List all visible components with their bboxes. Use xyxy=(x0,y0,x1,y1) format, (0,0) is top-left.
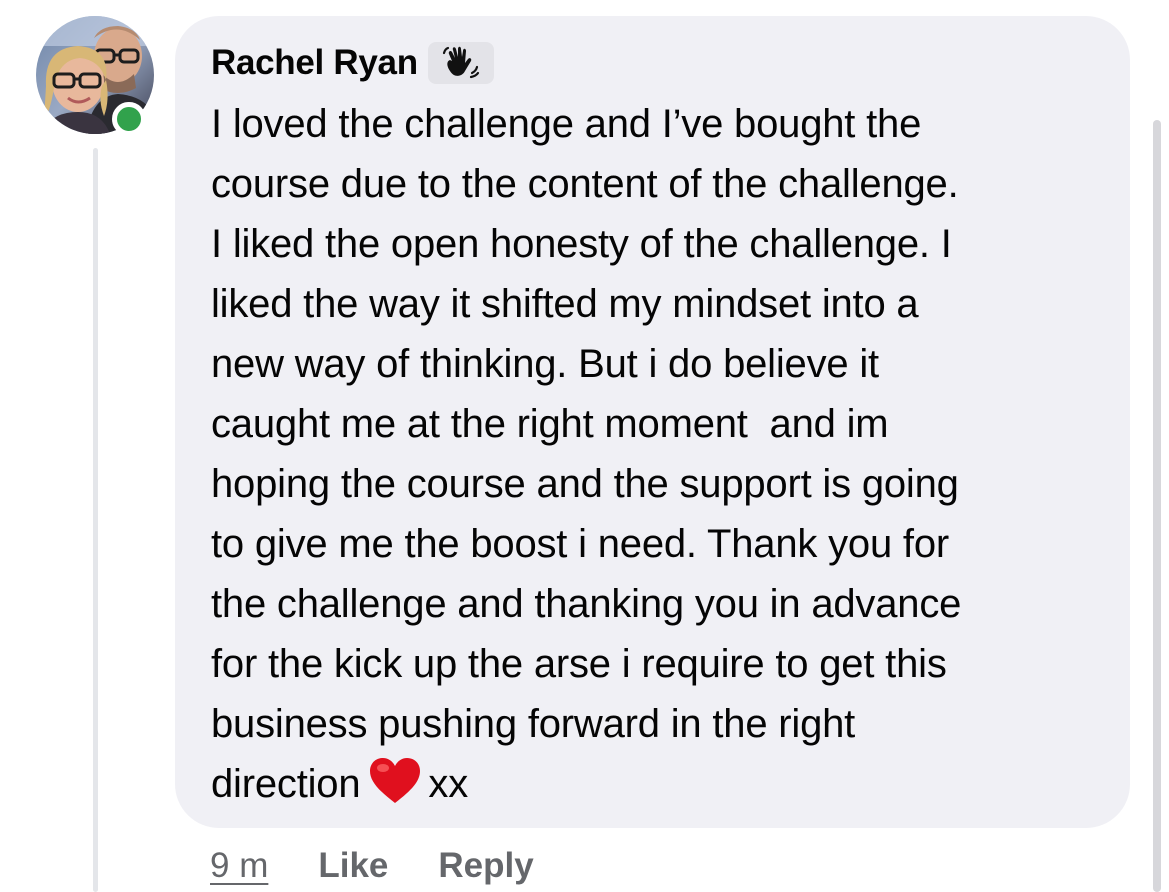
comment-line: hoping the course and the support is goi… xyxy=(211,462,959,506)
comment-line: caught me at the right moment and im xyxy=(211,402,889,446)
comment-last-line: direction xx xyxy=(211,754,1111,822)
comment-line: I loved the challenge and I’ve bought th… xyxy=(211,102,922,146)
comment-line: liked the way it shifted my mindset into… xyxy=(211,282,919,326)
comment-line: course due to the content of the challen… xyxy=(211,162,959,206)
comment-line-end-kisses: xx xyxy=(428,762,469,806)
comment-line: I liked the open honesty of the challeng… xyxy=(211,222,952,266)
comment-line-end-text: direction xyxy=(211,762,361,806)
timestamp-link[interactable]: 9 m xyxy=(210,846,268,886)
waving-hand-icon[interactable] xyxy=(427,42,494,84)
comment-text: I loved the challenge and I’ve bought th… xyxy=(211,94,1111,822)
red-heart-icon xyxy=(368,757,422,822)
comment-bubble: Rachel Ryan I loved the challenge and I’… xyxy=(175,16,1130,828)
comment-line: business pushing forward in the right xyxy=(211,702,856,746)
author-name[interactable]: Rachel Ryan xyxy=(211,43,418,83)
like-button[interactable]: Like xyxy=(318,846,388,886)
comment-actions: 9 m Like Reply xyxy=(210,842,584,890)
comment-header: Rachel Ryan xyxy=(211,40,494,86)
reply-button[interactable]: Reply xyxy=(438,846,533,886)
thread-line xyxy=(93,148,98,892)
scrollbar[interactable] xyxy=(1153,120,1161,892)
comment-line: for the kick up the arse i require to ge… xyxy=(211,642,947,686)
online-status-dot xyxy=(112,102,146,136)
comment-line: the challenge and thanking you in advanc… xyxy=(211,582,962,626)
comment-line: new way of thinking. But i do believe it xyxy=(211,342,879,386)
comment-line: to give me the boost i need. Thank you f… xyxy=(211,522,949,566)
